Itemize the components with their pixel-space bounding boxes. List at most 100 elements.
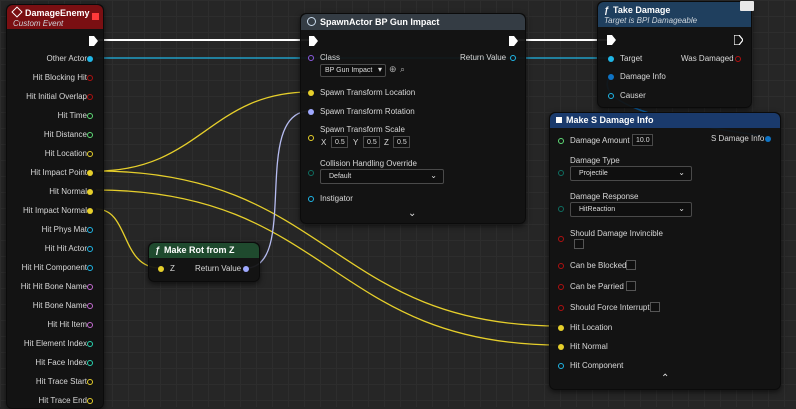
spawn-rotation-label: Spawn Transform Rotation (320, 107, 415, 116)
event-output-pin[interactable] (87, 113, 93, 119)
make-rot-return-pin[interactable] (243, 266, 249, 272)
make-damage-info-title: Make S Damage Info (566, 115, 654, 125)
function-icon: ƒ (604, 5, 610, 15)
add-icon[interactable]: ⊕ (389, 64, 397, 75)
chevron-down-icon: ⌄ (678, 204, 685, 213)
event-output-pin[interactable] (87, 379, 93, 385)
collision-select[interactable]: Default ⌄ (320, 169, 444, 184)
event-output-pin[interactable] (87, 398, 93, 404)
take-damage-exec-out-pin[interactable] (734, 35, 743, 45)
instigator-pin[interactable] (308, 196, 314, 202)
event-output-pin[interactable] (87, 341, 93, 347)
damage-response-pin[interactable] (558, 206, 564, 212)
class-pin[interactable] (308, 55, 314, 61)
event-pin-label: Hit Bone Name (32, 301, 87, 310)
blocked-pin[interactable] (558, 263, 564, 269)
exec-out-pin[interactable] (89, 36, 98, 46)
make-rot-header[interactable]: ƒ Make Rot from Z (149, 243, 259, 258)
event-output-pin[interactable] (87, 132, 93, 138)
event-output-pin[interactable] (87, 246, 93, 252)
event-output-pin[interactable] (87, 265, 93, 271)
interrupt-checkbox[interactable] (650, 302, 660, 312)
damage-info-label: Damage Info (620, 72, 666, 81)
damage-enemy-header[interactable]: DamageEnemy Custom Event (7, 5, 103, 29)
event-output-pin[interactable] (87, 94, 93, 100)
spawn-exec-in-pin[interactable] (309, 36, 318, 46)
function-icon: ƒ (155, 245, 161, 255)
damage-type-pin[interactable] (558, 170, 564, 176)
was-damaged-pin[interactable] (735, 56, 741, 62)
target-label: Target (620, 54, 643, 63)
take-damage-header[interactable]: ƒ Take Damage Target is BPI Damageable (598, 2, 751, 27)
event-output-pin[interactable] (87, 322, 93, 328)
event-output-pin[interactable] (87, 170, 93, 176)
event-pin-label: Hit Initial Overlap (26, 92, 87, 101)
spawn-location-pin[interactable] (308, 90, 314, 96)
s-damage-info-pin[interactable] (765, 136, 771, 142)
event-pin-label: Hit Trace End (38, 396, 87, 405)
event-output-pin[interactable] (87, 56, 93, 62)
collapse-chevron-icon[interactable]: ⌃ (661, 373, 669, 384)
damage-response-select[interactable]: HitReaction ⌄ (570, 202, 692, 217)
damage-type-select[interactable]: Projectile ⌄ (570, 166, 692, 181)
hit-normal-label: Hit Normal (570, 342, 608, 351)
make-rot-node[interactable]: ƒ Make Rot from Z Z Return Value (148, 242, 260, 282)
damage-enemy-node[interactable]: DamageEnemy Custom Event Other Actor Hit … (6, 4, 104, 409)
make-rot-title: Make Rot from Z (164, 245, 235, 255)
make-rot-return-label: Return Value (195, 264, 242, 273)
expand-chevron-icon[interactable]: ⌄ (408, 208, 416, 219)
take-damage-node[interactable]: ƒ Take Damage Target is BPI Damageable Ta… (597, 1, 754, 108)
causer-pin[interactable] (608, 93, 614, 99)
collision-pin[interactable] (308, 170, 314, 176)
event-output-pin[interactable] (87, 151, 93, 157)
search-icon[interactable]: ⌕ (400, 64, 405, 75)
spawn-actor-header[interactable]: SpawnActor BP Gun Impact (301, 14, 525, 30)
hit-location-pin[interactable] (558, 325, 564, 331)
damage-amount-pin[interactable] (558, 138, 564, 144)
blocked-checkbox[interactable] (626, 260, 636, 270)
spawn-rotation-pin[interactable] (308, 109, 314, 115)
event-output-pin[interactable] (87, 227, 93, 233)
invincible-checkbox[interactable] (574, 239, 584, 249)
scale-z-label: Z (384, 138, 389, 147)
spawn-scale-pin[interactable] (308, 135, 314, 141)
return-value-pin[interactable] (510, 55, 516, 61)
hit-component-pin[interactable] (558, 363, 564, 369)
chevron-down-icon: ⌄ (430, 171, 437, 180)
damage-amount-input[interactable]: 10.0 (632, 134, 653, 146)
event-pin-label: Hit Hit Item (47, 320, 87, 329)
scale-z-input[interactable]: 0.5 (393, 136, 410, 148)
event-output-pin[interactable] (87, 303, 93, 309)
take-damage-subtitle: Target is BPI Damageable (604, 16, 698, 25)
take-damage-exec-in-pin[interactable] (607, 35, 616, 45)
event-output-pin[interactable] (87, 189, 93, 195)
event-pin-label: Hit Face Index (35, 358, 87, 367)
scale-y-input[interactable]: 0.5 (363, 136, 380, 148)
damage-info-pin[interactable] (608, 74, 614, 80)
spawn-scale-label: Spawn Transform Scale (320, 125, 405, 134)
spawn-actor-title: SpawnActor BP Gun Impact (320, 17, 440, 27)
spawn-actor-node[interactable]: SpawnActor BP Gun Impact Class BP Gun Im… (300, 13, 526, 224)
make-damage-info-header[interactable]: Make S Damage Info (550, 113, 780, 128)
class-label: Class (320, 53, 341, 62)
make-rot-z-pin[interactable] (158, 266, 164, 272)
interrupt-label: Should Force Interrupt (570, 303, 650, 312)
invincible-pin[interactable] (558, 236, 564, 242)
event-icon (11, 6, 23, 18)
event-output-pin[interactable] (87, 75, 93, 81)
make-damage-info-node[interactable]: Make S Damage Info Damage Amount 10.0 S … (549, 112, 781, 390)
was-damaged-label: Was Damaged (681, 54, 734, 63)
parried-checkbox[interactable] (626, 281, 636, 291)
interrupt-pin[interactable] (558, 305, 564, 311)
event-output-pin[interactable] (87, 208, 93, 214)
spawn-exec-out-pin[interactable] (509, 36, 518, 46)
class-select[interactable]: BP Gun Impact ▾ (320, 64, 386, 77)
event-pin-label: Hit Impact Point (30, 168, 87, 177)
event-output-pin[interactable] (87, 284, 93, 290)
parried-pin[interactable] (558, 284, 564, 290)
scale-x-input[interactable]: 0.5 (331, 136, 348, 148)
delegate-pin-icon[interactable] (92, 13, 99, 20)
event-output-pin[interactable] (87, 360, 93, 366)
hit-normal-pin[interactable] (558, 344, 564, 350)
target-pin[interactable] (608, 56, 614, 62)
